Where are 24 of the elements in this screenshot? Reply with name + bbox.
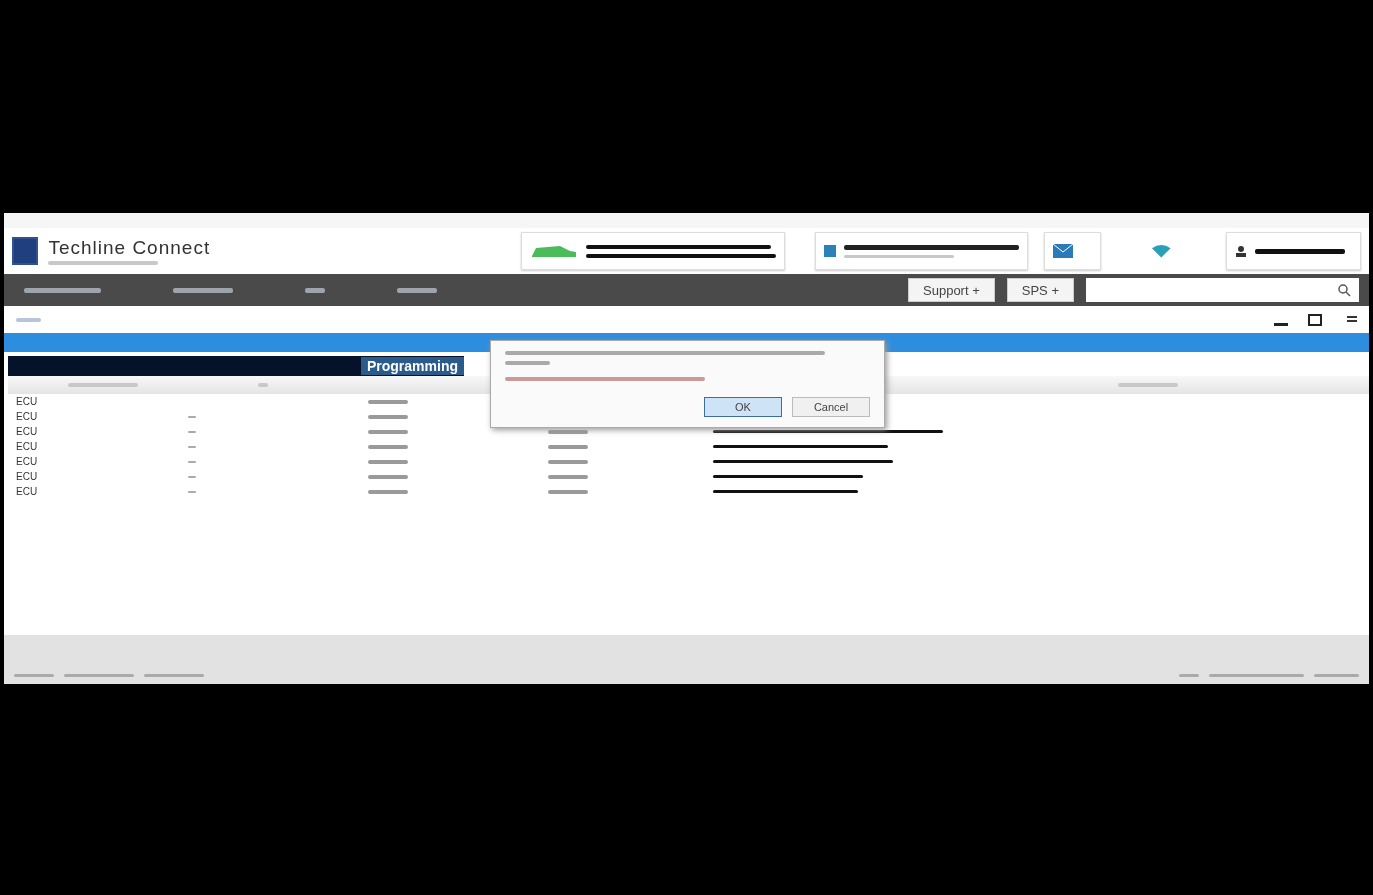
table-cell-text: ECU <box>15 426 38 437</box>
table-cell-text: ECU <box>15 471 38 482</box>
logo-icon <box>12 237 39 265</box>
dialog-button[interactable]: OK <box>704 397 782 417</box>
search-icon <box>1337 283 1351 297</box>
app-title: Techline Connect <box>48 237 212 259</box>
maximize-icon[interactable] <box>1308 313 1322 326</box>
table-cell-text: ECU <box>15 396 38 407</box>
table-cell-text: ECU <box>15 411 38 422</box>
toolbar-button[interactable]: Support + <box>908 278 995 302</box>
menu-icon[interactable] <box>1347 315 1357 324</box>
blurred-breadcrumb <box>16 317 41 322</box>
table-cell-text: ECU <box>15 486 38 497</box>
dialog-button[interactable]: Cancel <box>792 397 870 417</box>
user-panel[interactable] <box>1226 232 1361 270</box>
user-icon <box>1235 245 1248 257</box>
mail-button[interactable] <box>1043 232 1101 270</box>
table-cell-text: ECU <box>15 441 38 452</box>
module-icon <box>823 245 836 257</box>
toolbar-button[interactable]: SPS + <box>1006 278 1074 302</box>
table-cell-text: ECU <box>15 456 38 467</box>
table-title: Programming <box>361 357 464 375</box>
wifi-icon <box>1150 244 1172 258</box>
search-field[interactable] <box>1086 278 1359 302</box>
